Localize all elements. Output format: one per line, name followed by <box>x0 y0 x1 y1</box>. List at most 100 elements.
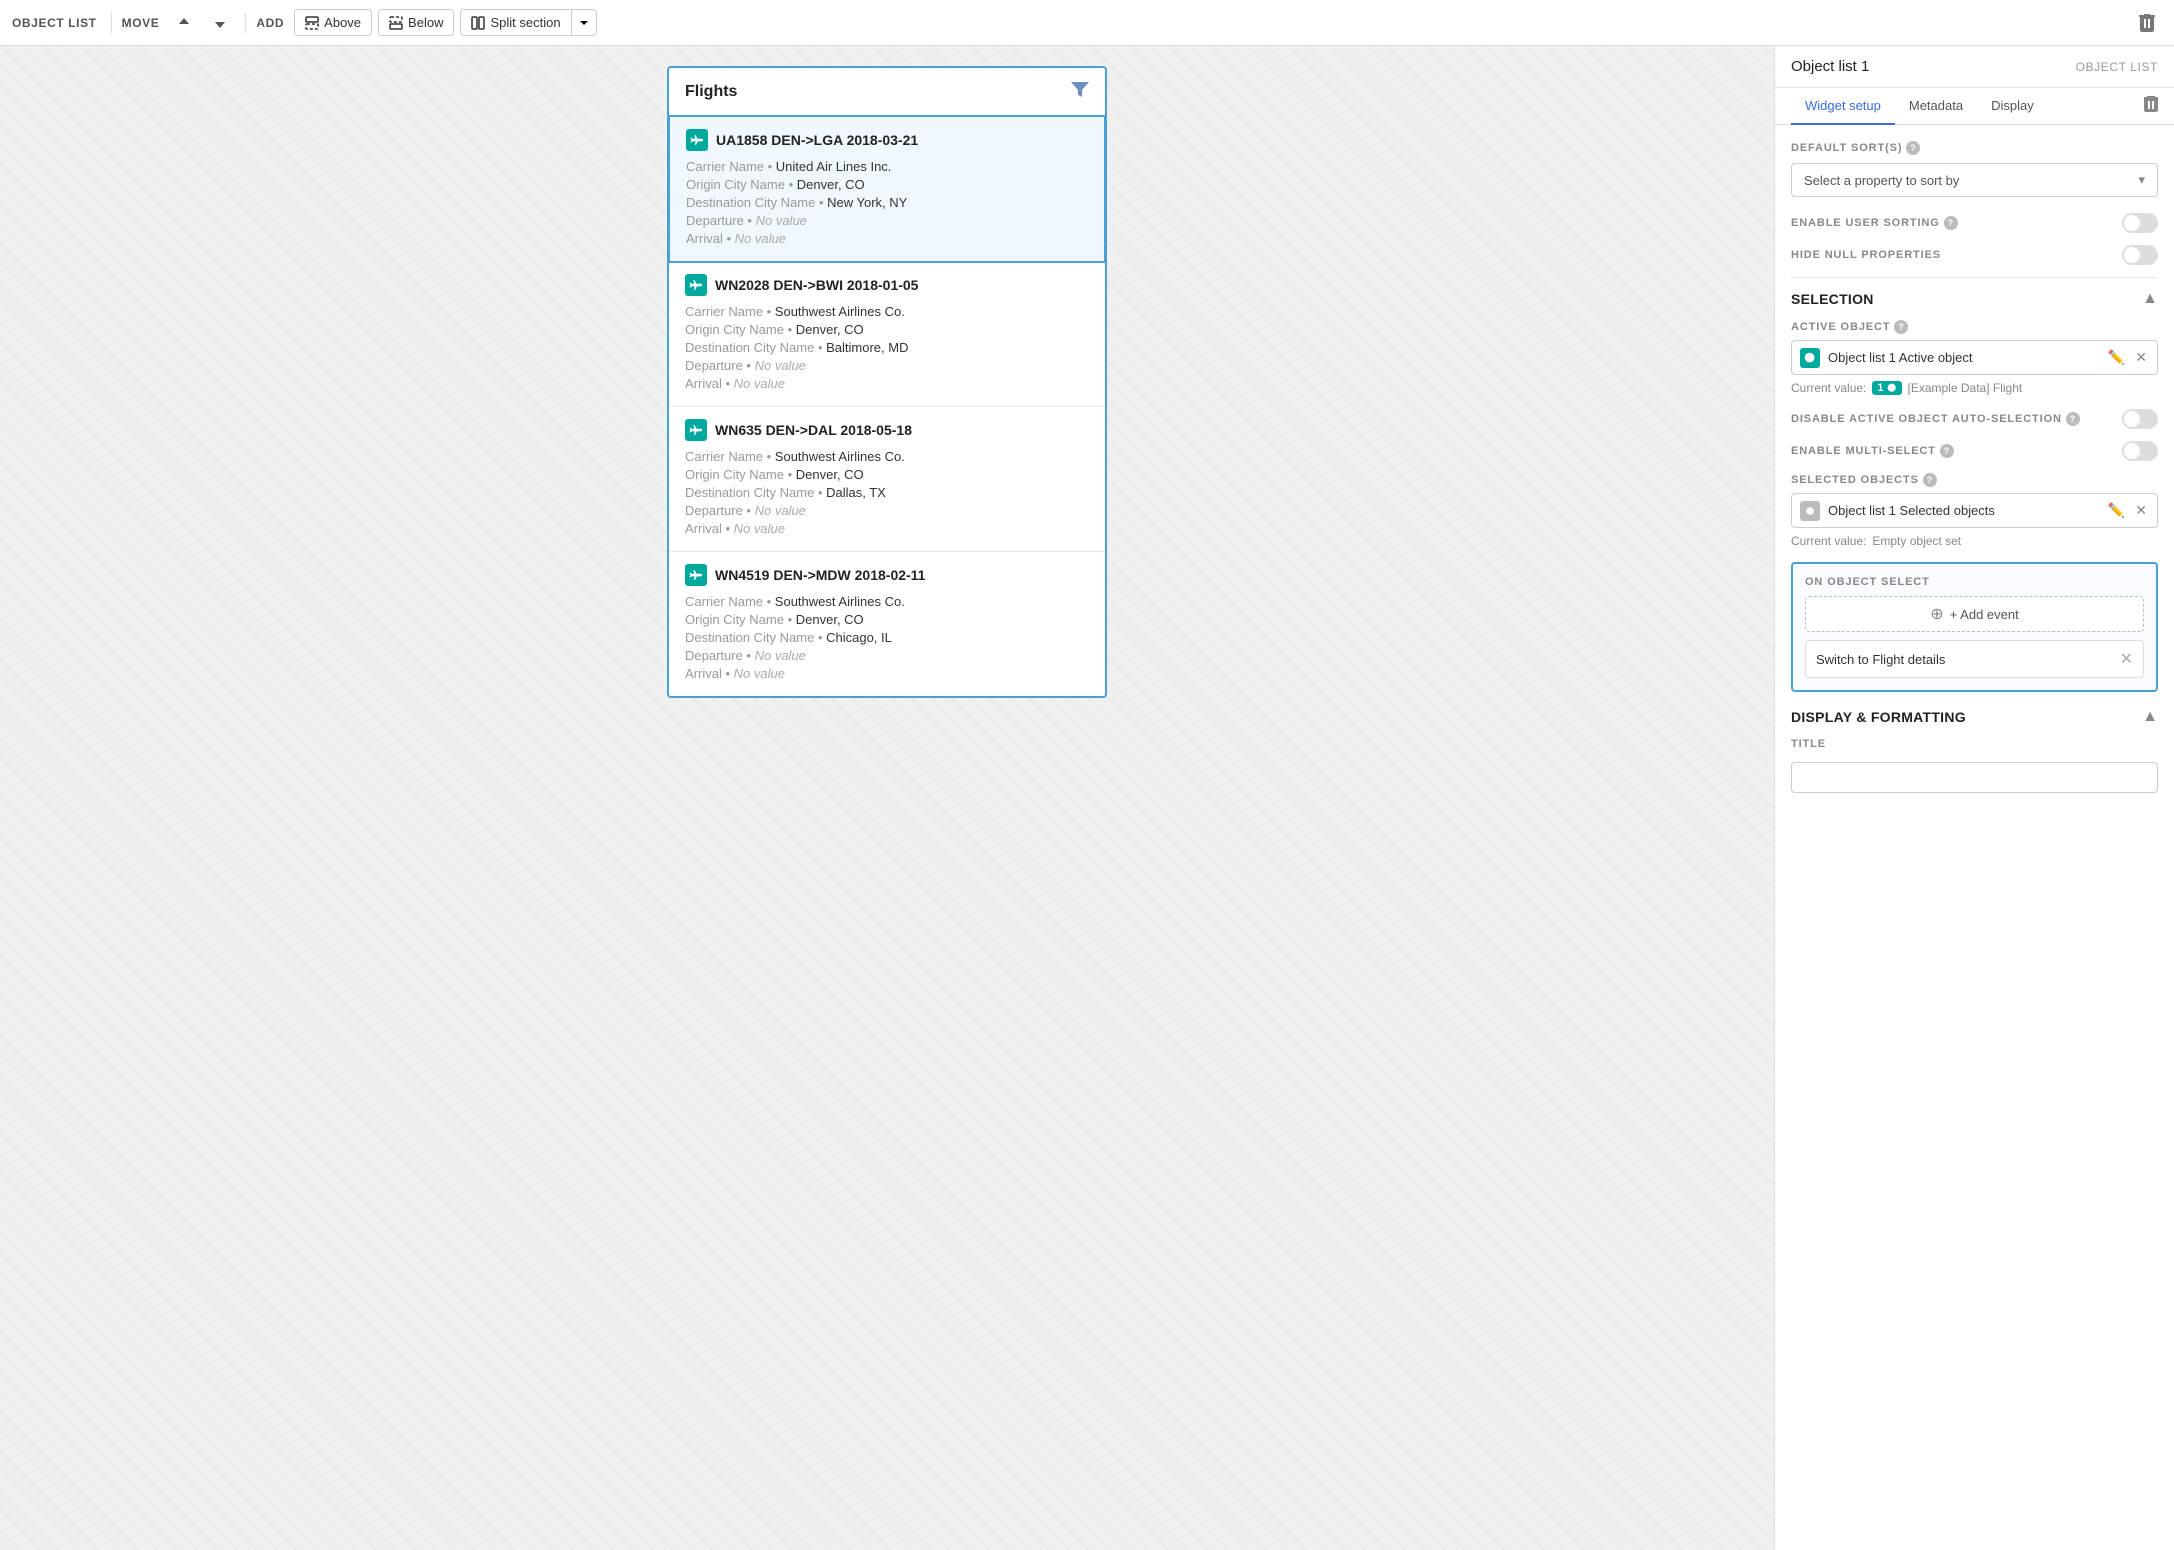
flight-item-icon-1 <box>685 274 707 296</box>
enable-user-sorting-toggle[interactable] <box>2122 213 2158 233</box>
move-down-button[interactable] <box>205 8 235 38</box>
flight-arrival-3: Arrival • No value <box>685 666 1089 681</box>
flight-item-1[interactable]: WN2028 DEN->BWI 2018-01-05 Carrier Name … <box>669 262 1105 407</box>
on-object-select-label: ON OBJECT SELECT <box>1805 576 2144 588</box>
selected-objects-selector[interactable]: Object list 1 Selected objects ✏️ ✕ <box>1791 493 2158 528</box>
event-remove-button[interactable]: ✕ <box>2120 649 2133 669</box>
divider-1 <box>1791 277 2158 278</box>
selected-objects-help-icon[interactable]: ? <box>1923 473 1937 487</box>
enable-user-sorting-help-icon[interactable]: ? <box>1944 216 1958 230</box>
disable-auto-selection-toggle[interactable] <box>2122 409 2158 429</box>
flight-origin-2: Origin City Name • Denver, CO <box>685 467 1089 482</box>
selected-objects-actions: ✏️ ✕ <box>2106 500 2149 521</box>
flight-departure-3: Departure • No value <box>685 648 1089 663</box>
selection-header-row: SELECTION ▲ <box>1791 290 2158 308</box>
title-label: TITLE <box>1791 738 2158 750</box>
flight-carrier-3: Carrier Name • Southwest Airlines Co. <box>685 594 1089 609</box>
flight-origin-0: Origin City Name • Denver, CO <box>686 177 1088 192</box>
widget-header: Flights <box>669 68 1105 116</box>
panel-content: DEFAULT SORT(S) ? Select a property to s… <box>1775 125 2174 1550</box>
add-event-button[interactable]: ⊕ + Add event <box>1805 596 2144 632</box>
tab-widget-setup[interactable]: Widget setup <box>1791 88 1895 125</box>
disable-auto-selection-row: DISABLE ACTIVE OBJECT AUTO-SELECTION ? <box>1791 409 2158 429</box>
enable-multi-select-toggle[interactable] <box>2122 441 2158 461</box>
flight-destination-1: Destination City Name • Baltimore, MD <box>685 340 1089 355</box>
flight-item-0[interactable]: UA1858 DEN->LGA 2018-03-21 Carrier Name … <box>668 115 1106 263</box>
flight-item-2[interactable]: WN635 DEN->DAL 2018-05-18 Carrier Name •… <box>669 407 1105 552</box>
panel-tabs: Widget setup Metadata Display <box>1775 88 2174 125</box>
display-formatting-header-row: DISPLAY & FORMATTING ▲ <box>1791 708 2158 726</box>
flight-item-header-2: WN635 DEN->DAL 2018-05-18 <box>685 419 1089 441</box>
flight-arrival-1: Arrival • No value <box>685 376 1089 391</box>
disable-auto-selection-label: DISABLE ACTIVE OBJECT AUTO-SELECTION ? <box>1791 412 2080 426</box>
active-object-help-icon[interactable]: ? <box>1894 320 1908 334</box>
flight-item-name-1: WN2028 DEN->BWI 2018-01-05 <box>715 277 918 293</box>
flight-arrival-0: Arrival • No value <box>686 231 1088 246</box>
below-button[interactable]: Below <box>378 9 454 36</box>
split-section-button[interactable]: Split section <box>461 10 571 35</box>
active-object-label: ACTIVE OBJECT ? <box>1791 320 2158 334</box>
right-panel: Object list 1 OBJECT LIST Widget setup M… <box>1774 46 2174 1550</box>
flight-item-header-1: WN2028 DEN->BWI 2018-01-05 <box>685 274 1089 296</box>
split-section-group: Split section <box>460 9 596 36</box>
active-object-edit-button[interactable]: ✏️ <box>2106 347 2127 368</box>
main-layout: Flights UA1858 DEN->LGA 2018-03-21 Carri… <box>0 46 2174 1550</box>
move-up-button[interactable] <box>169 8 199 38</box>
default-sorts-help-icon[interactable]: ? <box>1906 141 1920 155</box>
display-formatting-collapse-button[interactable]: ▲ <box>2142 708 2158 726</box>
active-object-text: Object list 1 Active object <box>1828 350 2106 365</box>
on-object-select-box: ON OBJECT SELECT ⊕ + Add event Switch to… <box>1791 562 2158 692</box>
selection-collapse-button[interactable]: ▲ <box>2142 290 2158 308</box>
flight-item-3[interactable]: WN4519 DEN->MDW 2018-02-11 Carrier Name … <box>669 552 1105 696</box>
toolbar-divider-2 <box>245 13 246 33</box>
toolbar: OBJECT LIST MOVE ADD Above Below Split s… <box>0 0 2174 46</box>
flight-departure-0: Departure • No value <box>686 213 1088 228</box>
sort-dropdown[interactable]: Select a property to sort by ▾ <box>1791 163 2158 197</box>
sort-dropdown-arrow-icon: ▾ <box>2138 172 2145 188</box>
toolbar-delete-button[interactable] <box>2132 8 2162 38</box>
tab-metadata[interactable]: Metadata <box>1895 88 1977 125</box>
above-button[interactable]: Above <box>294 9 372 36</box>
active-object-selector[interactable]: Object list 1 Active object ✏️ ✕ <box>1791 340 2158 375</box>
widget-title: Flights <box>685 83 737 101</box>
flight-list: UA1858 DEN->LGA 2018-03-21 Carrier Name … <box>669 115 1105 696</box>
active-object-current-value: Current value: 1 [Example Data] Flight <box>1791 381 2158 395</box>
move-label: MOVE <box>122 16 160 30</box>
flight-origin-3: Origin City Name • Denver, CO <box>685 612 1089 627</box>
flight-arrival-2: Arrival • No value <box>685 521 1089 536</box>
event-item-text: Switch to Flight details <box>1816 652 1945 667</box>
flight-item-icon-3 <box>685 564 707 586</box>
flight-item-icon-2 <box>685 419 707 441</box>
enable-multi-select-row: ENABLE MULTI-SELECT ? <box>1791 441 2158 461</box>
active-object-remove-button[interactable]: ✕ <box>2133 347 2149 368</box>
enable-user-sorting-label: ENABLE USER SORTING ? <box>1791 216 1958 230</box>
hide-null-properties-label: HIDE NULL PROPERTIES <box>1791 249 1941 261</box>
selected-objects-icon <box>1800 501 1820 521</box>
panel-delete-button[interactable] <box>2144 88 2158 124</box>
disable-auto-selection-help-icon[interactable]: ? <box>2066 412 2080 426</box>
flight-departure-2: Departure • No value <box>685 503 1089 518</box>
flight-destination-0: Destination City Name • New York, NY <box>686 195 1088 210</box>
flight-item-icon-0 <box>686 129 708 151</box>
hide-null-properties-toggle[interactable] <box>2122 245 2158 265</box>
selected-objects-text: Object list 1 Selected objects <box>1828 503 2106 518</box>
split-section-dropdown-button[interactable] <box>572 13 596 33</box>
flight-list-widget: Flights UA1858 DEN->LGA 2018-03-21 Carri… <box>667 66 1107 698</box>
enable-multi-select-help-icon[interactable]: ? <box>1940 444 1954 458</box>
flight-carrier-0: Carrier Name • United Air Lines Inc. <box>686 159 1088 174</box>
flight-origin-1: Origin City Name • Denver, CO <box>685 322 1089 337</box>
toolbar-divider-1 <box>111 13 112 33</box>
tab-display[interactable]: Display <box>1977 88 2048 125</box>
enable-user-sorting-row: ENABLE USER SORTING ? <box>1791 213 2158 233</box>
flight-destination-3: Destination City Name • Chicago, IL <box>685 630 1089 645</box>
selected-objects-current-value: Current value: Empty object set <box>1791 534 2158 548</box>
flight-item-name-3: WN4519 DEN->MDW 2018-02-11 <box>715 567 925 583</box>
filter-icon[interactable] <box>1071 80 1089 103</box>
flight-item-header-3: WN4519 DEN->MDW 2018-02-11 <box>685 564 1089 586</box>
active-object-flight-icon <box>1800 348 1820 368</box>
selected-objects-remove-button[interactable]: ✕ <box>2133 500 2149 521</box>
selected-objects-edit-button[interactable]: ✏️ <box>2106 500 2127 521</box>
display-formatting-title: DISPLAY & FORMATTING <box>1791 709 1966 725</box>
selected-objects-label: SELECTED OBJECTS ? <box>1791 473 2158 487</box>
title-input[interactable] <box>1791 762 2158 793</box>
